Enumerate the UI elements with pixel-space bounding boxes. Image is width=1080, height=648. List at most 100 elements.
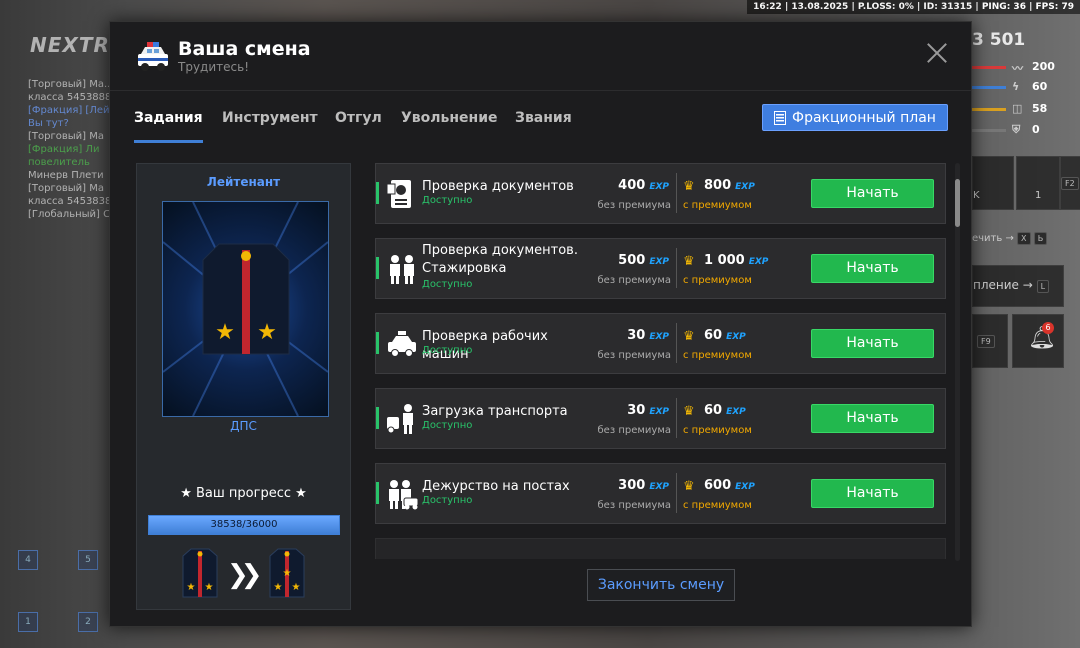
task-status: Доступно xyxy=(422,420,473,431)
officers-icon xyxy=(390,255,414,284)
stat-value: 60 xyxy=(1032,80,1048,93)
svg-text:★: ★ xyxy=(257,320,277,345)
exp-divider xyxy=(676,323,677,363)
exp-premium-label: с премиумом xyxy=(683,350,752,361)
progress-text: 38538/36000 xyxy=(210,519,278,530)
exp-tag: EXP xyxy=(649,182,669,192)
close-icon[interactable] xyxy=(926,42,948,64)
next-rank-arrow-icon: ❯❯ xyxy=(227,560,262,590)
stat-bar xyxy=(972,129,1006,132)
chat-line: повелитель xyxy=(28,157,90,168)
key-l: L xyxy=(1036,280,1050,293)
stat-bar xyxy=(972,108,1006,111)
exp-value: 500 xyxy=(618,253,646,268)
task-name: Проверка документов xyxy=(422,179,574,194)
task-list: Проверка документов Доступно 400 EXP без пре… xyxy=(375,163,946,559)
task-scrollbar[interactable] xyxy=(955,163,960,561)
rank-branch: ДПС xyxy=(230,419,257,433)
exp-value: 30 xyxy=(627,328,646,343)
officer-car-icon xyxy=(387,404,413,434)
chat-line: [Фракция] [Лей xyxy=(28,105,110,116)
svg-text:★: ★ xyxy=(274,582,283,593)
task-name: Проверка документов. Стажировка xyxy=(422,243,578,276)
stat-hunger: ◫ 58 xyxy=(972,102,1072,116)
end-shift-button[interactable]: Закончить смену xyxy=(587,569,735,601)
task-name: Дежурство на постах xyxy=(422,479,570,494)
chat-line: [Торговый] Ма xyxy=(28,131,104,142)
document-icon xyxy=(774,110,787,125)
chat-line: [Торговый] Ма... xyxy=(28,79,110,90)
start-task-button[interactable]: Начать xyxy=(811,329,934,358)
chat-line: Минерв Плети xyxy=(28,170,104,181)
task-row-partial xyxy=(375,538,946,559)
key-b: Ь xyxy=(1033,232,1048,245)
crown-icon: ♛ xyxy=(683,479,695,494)
task-row: Проверка документов. Стажировка Доступно 5… xyxy=(375,238,946,299)
exp-tag: EXP xyxy=(649,407,669,417)
current-rank-icon: ★ ★ xyxy=(182,548,218,598)
task-status: Доступно xyxy=(422,345,473,356)
bolt-icon: ϟ xyxy=(1012,80,1020,93)
task-row: Дежурство на постах Доступно 300 EXP без пре… xyxy=(375,463,946,524)
available-marker xyxy=(376,482,379,504)
exp-value: 400 xyxy=(618,178,646,193)
stat-value: 200 xyxy=(1032,60,1055,73)
exp-base-label: без премиума xyxy=(597,275,672,286)
key-x: X xyxy=(1017,232,1031,245)
tab-tasks[interactable]: Задания xyxy=(134,110,203,143)
start-task-button[interactable]: Начать xyxy=(811,179,934,208)
cup-icon: ◫ xyxy=(1012,102,1023,115)
exp-premium-label: с премиумом xyxy=(683,275,752,286)
task-exp: 400 EXP xyxy=(579,178,669,193)
exp-tag: EXP xyxy=(649,482,669,492)
tile-f9: F9 xyxy=(972,314,1008,368)
progress-bar: 38538/36000 xyxy=(148,515,340,535)
hint-close: ечить → X Ь xyxy=(972,232,1048,245)
task-row: Проверка рабочих машин Доступно 30 EXP без п… xyxy=(375,313,946,374)
task-status: Доступно xyxy=(422,195,473,206)
start-task-button[interactable]: Начать xyxy=(811,404,934,433)
exp-tag: EXP xyxy=(726,332,746,342)
exp-value: 30 xyxy=(627,403,646,418)
police-car-icon xyxy=(138,42,168,71)
stat-value: 58 xyxy=(1032,102,1048,115)
available-marker xyxy=(376,407,379,429)
exp-value: 300 xyxy=(618,478,646,493)
svg-text:★: ★ xyxy=(187,582,196,593)
task-status: Доступно xyxy=(422,495,473,506)
shift-modal: Ваша смена Трудитесь! Задания Инструмент… xyxy=(109,21,972,627)
scroll-thumb[interactable] xyxy=(955,179,960,227)
stat-bar xyxy=(972,66,1006,69)
tab-ranks[interactable]: Звания xyxy=(515,110,572,126)
exp-tag: EXP xyxy=(735,482,755,492)
exp-base-label: без премиума xyxy=(597,350,672,361)
faction-plan-button[interactable]: Фракционный план xyxy=(762,104,948,131)
manage-tile: пление → L xyxy=(972,265,1064,307)
start-task-button[interactable]: Начать xyxy=(811,254,934,283)
task-exp-premium: 600 EXP xyxy=(704,478,755,493)
svg-text:★: ★ xyxy=(292,582,301,593)
notification-badge: 6 xyxy=(1042,322,1054,334)
start-task-button[interactable]: Начать xyxy=(811,479,934,508)
exp-base-label: без премиума xyxy=(597,500,672,511)
crown-icon: ♛ xyxy=(683,254,695,269)
task-exp-premium: 1 000 EXP xyxy=(704,253,768,268)
crown-icon: ♛ xyxy=(683,179,695,194)
key-f2: F2 xyxy=(1061,177,1079,190)
money-value: 3 501 xyxy=(972,30,1026,50)
hud-status-line: 16:22 | 13.08.2025 | P.LOSS: 0% | ID: 31… xyxy=(747,0,1080,14)
task-name: Загрузка транспорта xyxy=(422,404,568,419)
post-duty-icon xyxy=(389,480,418,510)
available-marker xyxy=(376,257,379,279)
pulse-icon: 〰 xyxy=(1012,62,1023,75)
svg-text:★: ★ xyxy=(283,568,292,579)
police-car-icon xyxy=(388,331,416,357)
exp-base-label: без премиума xyxy=(597,200,672,211)
tab-tools[interactable]: Инструмент xyxy=(222,110,318,126)
svg-text:★: ★ xyxy=(215,320,235,345)
task-exp: 30 EXP xyxy=(579,328,669,343)
available-marker xyxy=(376,182,379,204)
exp-premium-value: 60 xyxy=(704,403,723,418)
tab-leave[interactable]: Отгул xyxy=(335,110,382,126)
tab-dismissal[interactable]: Увольнение xyxy=(401,110,498,126)
